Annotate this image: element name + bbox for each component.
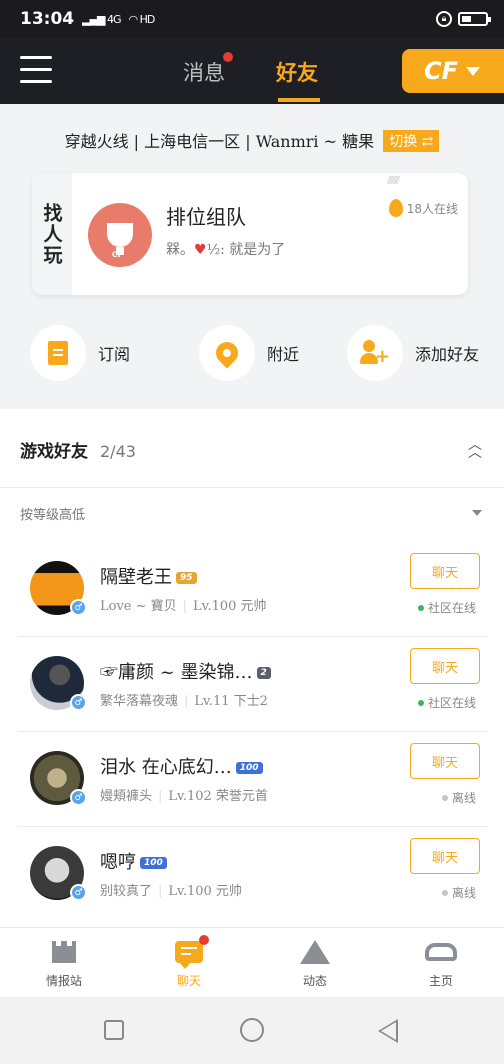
male-icon: ♂ — [70, 599, 87, 616]
game-label: CF — [424, 57, 459, 85]
male-icon: ♂ — [70, 694, 87, 711]
rank-badge: 95 — [176, 572, 197, 584]
subscribe-label: 订阅 — [98, 345, 131, 364]
tab-friends[interactable]: 好友 — [276, 57, 318, 87]
tab-messages[interactable]: 消息 — [183, 52, 233, 87]
add-friend-label: 添加好友 — [415, 345, 480, 364]
back-button[interactable] — [378, 1019, 398, 1043]
flame-icon — [388, 199, 403, 217]
top-nav: 消息 好友 CF — [0, 38, 504, 104]
chevron-down-icon[interactable] — [472, 510, 482, 516]
chevron-down-icon — [466, 66, 481, 76]
find-player-tag: 找人玩 — [32, 173, 72, 295]
friend-row[interactable]: ♂ 泪水 在心底幻… 100 嫚頬褲头 | Lv.102 荣誉元首 聊天 离线 — [18, 731, 488, 826]
friend-subtitle: 别较真了 | Lv.100 元帅 — [100, 884, 242, 899]
nearby-label: 附近 — [267, 345, 300, 364]
subscribe-action[interactable]: 订阅 — [30, 325, 130, 381]
add-user-icon: + — [360, 340, 390, 366]
game-switch-button[interactable]: CF — [402, 49, 504, 93]
server-info: 穿越火线 | 上海电信一区 | Wanmri ~ 糖果 切换 ⇄ — [0, 128, 504, 152]
status-label: 离线 — [441, 789, 476, 806]
status-bar: 13:04 ▂▄▆ 4G ◠ HD 🔒︎ — [0, 0, 504, 38]
home-button[interactable] — [240, 1018, 264, 1042]
rank-badge: 2 — [256, 667, 271, 679]
tab-active-indicator — [278, 98, 320, 102]
chat-icon — [175, 935, 209, 969]
friend-name: 嗯哼 100 — [100, 848, 167, 874]
document-icon — [48, 341, 68, 365]
male-icon: ♂ — [70, 789, 87, 806]
chat-button[interactable]: 聊天 — [410, 553, 480, 589]
online-count: 18人在线 — [388, 199, 458, 217]
sort-dropdown[interactable]: 按等级高低 — [20, 504, 85, 523]
friend-subtitle: Love ~ 寶贝 | Lv.100 元帅 — [100, 599, 267, 614]
status-dot — [441, 794, 448, 801]
tab-moments[interactable]: 动态 — [275, 938, 355, 989]
friend-name: 泪水 在心底幻… 100 — [100, 753, 263, 779]
nearby-action[interactable]: 附近 — [199, 325, 299, 381]
friend-subtitle: 嫚頬褲头 | Lv.102 荣誉元首 — [100, 789, 268, 804]
friend-subtitle: 繁华落幕夜魂 | Lv.11 下士2 — [100, 694, 268, 709]
status-dot — [441, 889, 448, 896]
menu-icon[interactable] — [20, 56, 52, 84]
castle-icon — [52, 941, 76, 963]
tab-intel[interactable]: 情报站 — [24, 938, 104, 989]
signal-icon: ▂▄▆ 4G — [82, 12, 121, 26]
mask-icon — [425, 943, 457, 961]
tab-moments-label: 动态 — [302, 974, 327, 988]
tab-chat-label: 聊天 — [176, 974, 201, 988]
triangle-icon — [300, 940, 330, 964]
tab-messages-label: 消息 — [183, 61, 225, 85]
friend-row[interactable]: ♂ 嗯哼 100 别较真了 | Lv.100 元帅 聊天 离线 — [18, 826, 488, 921]
friend-name: 隔壁老王 95 — [100, 563, 197, 589]
system-nav-bar — [0, 997, 504, 1064]
friend-row[interactable]: ♂ 隔壁老王 95 Love ~ 寶贝 | Lv.100 元帅 聊天 社区在线 — [18, 541, 488, 636]
status-time: 13:04 — [20, 9, 75, 29]
unread-dot — [199, 935, 209, 945]
status-dot — [417, 699, 424, 706]
server-text: 穿越火线 | 上海电信一区 | Wanmri ~ 糖果 — [64, 132, 375, 151]
tab-intel-label: 情报站 — [45, 974, 82, 988]
switch-server-button[interactable]: 切换 ⇄ — [383, 130, 440, 152]
friend-row[interactable]: ♂ ☞庸颜 ~ 墨染锦… 2 繁华落幕夜魂 | Lv.11 下士2 聊天 社区在线 — [18, 636, 488, 731]
game-friends-panel: 游戏好友 2/43 ︿ ︿ 按等级高低 ♂ 隔壁老王 95 Love ~ 寶贝 | Lv.… — [0, 409, 504, 927]
decor-stripes: //////// — [387, 175, 400, 186]
status-label: 离线 — [441, 884, 476, 901]
status-label: 社区在线 — [417, 694, 476, 711]
panel-title: 游戏好友 2/43 — [20, 442, 136, 462]
wifi-icon: ◠ HD — [128, 12, 156, 26]
find-player-title: 排位组队 — [166, 205, 246, 229]
add-friend-action[interactable]: + 添加好友 — [347, 325, 479, 381]
unread-dot — [223, 52, 233, 62]
tab-home[interactable]: 主页 — [401, 938, 481, 989]
online-count-text: 18人在线 — [406, 201, 458, 216]
bottom-tab-bar: 情报站 聊天 动态 主页 — [0, 927, 504, 997]
friend-name: ☞庸颜 ~ 墨染锦… 2 — [100, 658, 271, 684]
rank-badge: 100 — [140, 857, 167, 869]
status-dot — [417, 604, 424, 611]
divider — [0, 487, 504, 488]
chat-button[interactable]: 聊天 — [410, 743, 480, 779]
recents-button[interactable] — [104, 1020, 124, 1040]
tab-home-label: 主页 — [428, 974, 453, 988]
chat-button[interactable]: 聊天 — [410, 838, 480, 874]
heart-icon: ♥ — [194, 242, 207, 258]
trophy-icon: CF — [88, 203, 152, 267]
male-icon: ♂ — [70, 884, 87, 901]
rotation-lock-icon: 🔒︎ — [436, 11, 452, 27]
find-player-subtitle: 槑。♥½: 就是为了 — [166, 242, 286, 258]
location-pin-icon — [211, 337, 243, 369]
status-label: 社区在线 — [417, 599, 476, 616]
collapse-icon[interactable]: ︿ ︿ — [468, 438, 482, 460]
battery-icon — [458, 12, 491, 26]
chat-button[interactable]: 聊天 — [410, 648, 480, 684]
find-player-card[interactable]: 找人玩 //////// CF 排位组队 槑。♥½: 就是为了 18人在线 — [32, 173, 468, 295]
rank-badge: 100 — [235, 762, 263, 774]
friend-count: 2/43 — [100, 442, 136, 461]
tab-chat[interactable]: 聊天 — [149, 935, 229, 989]
